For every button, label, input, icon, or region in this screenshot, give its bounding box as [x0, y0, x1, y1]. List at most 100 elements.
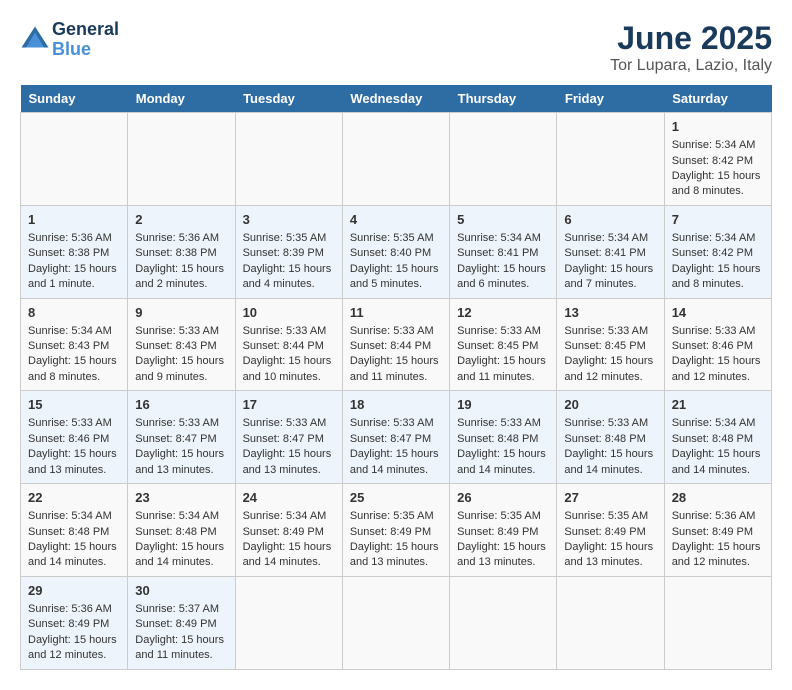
- sunrise-text: Sunrise: 5:33 AM: [135, 417, 219, 429]
- daylight-text: Daylight: 15 hours and 13 minutes.: [457, 541, 546, 568]
- sunrise-text: Sunrise: 5:34 AM: [564, 232, 648, 244]
- sunset-text: Sunset: 8:44 PM: [350, 340, 431, 352]
- sunset-text: Sunset: 8:49 PM: [135, 618, 216, 630]
- sunset-text: Sunset: 8:49 PM: [564, 526, 645, 538]
- calendar-cell: 3Sunrise: 5:35 AMSunset: 8:39 PMDaylight…: [235, 205, 342, 298]
- calendar-cell: 11Sunrise: 5:33 AMSunset: 8:44 PMDayligh…: [342, 298, 449, 391]
- sunrise-text: Sunrise: 5:34 AM: [28, 325, 112, 337]
- sunset-text: Sunset: 8:42 PM: [672, 155, 753, 167]
- calendar-cell: [21, 113, 128, 206]
- daylight-text: Daylight: 15 hours and 13 minutes.: [28, 448, 117, 475]
- sunset-text: Sunset: 8:49 PM: [243, 526, 324, 538]
- day-header-saturday: Saturday: [664, 85, 771, 113]
- sunset-text: Sunset: 8:47 PM: [350, 433, 431, 445]
- day-number: 2: [135, 211, 227, 229]
- daylight-text: Daylight: 15 hours and 14 minutes.: [350, 448, 439, 475]
- sunrise-text: Sunrise: 5:33 AM: [564, 325, 648, 337]
- logo: GeneralBlue: [20, 20, 119, 60]
- sunrise-text: Sunrise: 5:34 AM: [135, 510, 219, 522]
- sunrise-text: Sunrise: 5:33 AM: [350, 325, 434, 337]
- calendar-cell: 21Sunrise: 5:34 AMSunset: 8:48 PMDayligh…: [664, 391, 771, 484]
- daylight-text: Daylight: 15 hours and 1 minute.: [28, 263, 117, 290]
- day-number: 9: [135, 304, 227, 322]
- calendar-cell: 27Sunrise: 5:35 AMSunset: 8:49 PMDayligh…: [557, 484, 664, 577]
- day-number: 20: [564, 396, 656, 414]
- daylight-text: Daylight: 15 hours and 8 minutes.: [672, 263, 761, 290]
- sunset-text: Sunset: 8:41 PM: [564, 247, 645, 259]
- daylight-text: Daylight: 15 hours and 11 minutes.: [350, 355, 439, 382]
- sunset-text: Sunset: 8:49 PM: [672, 526, 753, 538]
- calendar-cell: [235, 113, 342, 206]
- sunset-text: Sunset: 8:47 PM: [243, 433, 324, 445]
- sunrise-text: Sunrise: 5:35 AM: [243, 232, 327, 244]
- daylight-text: Daylight: 15 hours and 12 minutes.: [672, 541, 761, 568]
- sunset-text: Sunset: 8:48 PM: [135, 526, 216, 538]
- calendar-cell: 2Sunrise: 5:36 AMSunset: 8:38 PMDaylight…: [128, 205, 235, 298]
- day-header-sunday: Sunday: [21, 85, 128, 113]
- sunrise-text: Sunrise: 5:36 AM: [135, 232, 219, 244]
- calendar-cell: 15Sunrise: 5:33 AMSunset: 8:46 PMDayligh…: [21, 391, 128, 484]
- calendar-cell: [342, 113, 449, 206]
- daylight-text: Daylight: 15 hours and 4 minutes.: [243, 263, 332, 290]
- sunset-text: Sunset: 8:48 PM: [28, 526, 109, 538]
- daylight-text: Daylight: 15 hours and 5 minutes.: [350, 263, 439, 290]
- sunrise-text: Sunrise: 5:35 AM: [564, 510, 648, 522]
- daylight-text: Daylight: 15 hours and 13 minutes.: [350, 541, 439, 568]
- daylight-text: Daylight: 15 hours and 6 minutes.: [457, 263, 546, 290]
- sunrise-text: Sunrise: 5:36 AM: [672, 510, 756, 522]
- day-header-wednesday: Wednesday: [342, 85, 449, 113]
- daylight-text: Daylight: 15 hours and 14 minutes.: [564, 448, 653, 475]
- daylight-text: Daylight: 15 hours and 13 minutes.: [135, 448, 224, 475]
- calendar-cell: 26Sunrise: 5:35 AMSunset: 8:49 PMDayligh…: [450, 484, 557, 577]
- calendar-week-3: 15Sunrise: 5:33 AMSunset: 8:46 PMDayligh…: [21, 391, 772, 484]
- calendar-cell: [128, 113, 235, 206]
- day-number: 6: [564, 211, 656, 229]
- calendar-cell: 23Sunrise: 5:34 AMSunset: 8:48 PMDayligh…: [128, 484, 235, 577]
- sunrise-text: Sunrise: 5:33 AM: [350, 417, 434, 429]
- calendar-cell: 1 Sunrise: 5:34 AM Sunset: 8:42 PM Daylight…: [664, 113, 771, 206]
- day-number: 25: [350, 489, 442, 507]
- calendar-week-2: 8 Sunrise: 5:34 AM Sunset: 8:43 PM Daylight…: [21, 298, 772, 391]
- calendar-cell: 13Sunrise: 5:33 AMSunset: 8:45 PMDayligh…: [557, 298, 664, 391]
- sunrise-text: Sunrise: 5:34 AM: [672, 417, 756, 429]
- sunset-text: Sunset: 8:44 PM: [243, 340, 324, 352]
- day-number: 23: [135, 489, 227, 507]
- daylight-text: Daylight: 15 hours and 9 minutes.: [135, 355, 224, 382]
- sunset-text: Sunset: 8:38 PM: [28, 247, 109, 259]
- calendar-cell: 28Sunrise: 5:36 AMSunset: 8:49 PMDayligh…: [664, 484, 771, 577]
- calendar-cell: 19Sunrise: 5:33 AMSunset: 8:48 PMDayligh…: [450, 391, 557, 484]
- calendar-cell: 4Sunrise: 5:35 AMSunset: 8:40 PMDaylight…: [342, 205, 449, 298]
- title-area: June 2025 Tor Lupara, Lazio, Italy: [610, 20, 772, 75]
- daylight-text: Daylight: 15 hours and 8 minutes.: [672, 170, 761, 197]
- day-number: 21: [672, 396, 764, 414]
- day-number: 16: [135, 396, 227, 414]
- day-number: 3: [243, 211, 335, 229]
- daylight-text: Daylight: 15 hours and 14 minutes.: [28, 541, 117, 568]
- day-number: 13: [564, 304, 656, 322]
- logo-text: GeneralBlue: [52, 20, 119, 60]
- sunrise-text: Sunrise: 5:33 AM: [28, 417, 112, 429]
- day-number: 10: [243, 304, 335, 322]
- day-number: 17: [243, 396, 335, 414]
- day-number: 1: [672, 118, 764, 136]
- calendar-cell: 25Sunrise: 5:35 AMSunset: 8:49 PMDayligh…: [342, 484, 449, 577]
- day-number: 8: [28, 304, 120, 322]
- sunrise-text: Sunrise: 5:34 AM: [672, 139, 756, 151]
- logo-icon: [20, 25, 50, 55]
- calendar-cell: [450, 576, 557, 669]
- day-number: 26: [457, 489, 549, 507]
- day-number: 1: [28, 211, 120, 229]
- daylight-text: Daylight: 15 hours and 12 minutes.: [672, 355, 761, 382]
- daylight-text: Daylight: 15 hours and 7 minutes.: [564, 263, 653, 290]
- calendar-cell: [342, 576, 449, 669]
- calendar-body: 1 Sunrise: 5:34 AM Sunset: 8:42 PM Daylight…: [21, 113, 772, 670]
- sunset-text: Sunset: 8:43 PM: [28, 340, 109, 352]
- sunset-text: Sunset: 8:49 PM: [28, 618, 109, 630]
- calendar-week-5: 29Sunrise: 5:36 AMSunset: 8:49 PMDayligh…: [21, 576, 772, 669]
- sunset-text: Sunset: 8:41 PM: [457, 247, 538, 259]
- day-number: 7: [672, 211, 764, 229]
- sunrise-text: Sunrise: 5:36 AM: [28, 603, 112, 615]
- day-number: 27: [564, 489, 656, 507]
- sunset-text: Sunset: 8:49 PM: [457, 526, 538, 538]
- calendar-cell: 5Sunrise: 5:34 AMSunset: 8:41 PMDaylight…: [450, 205, 557, 298]
